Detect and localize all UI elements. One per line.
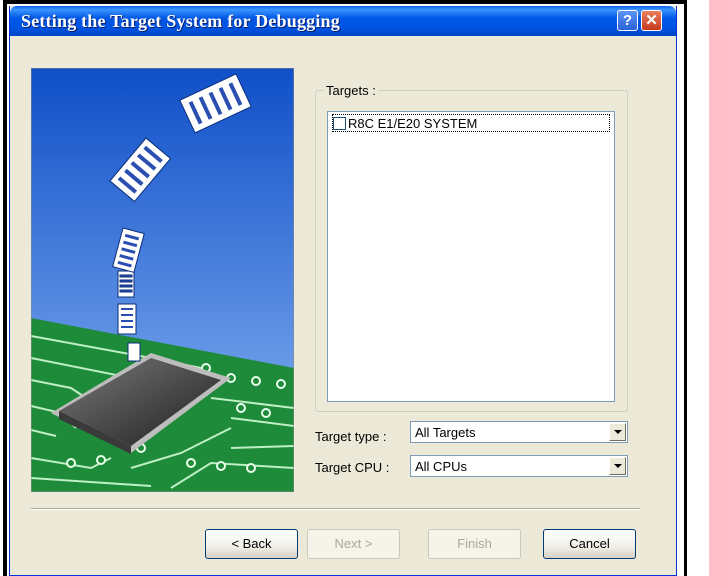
cancel-button[interactable]: Cancel (543, 529, 636, 559)
page-border-top (3, 0, 687, 4)
dialog-title: Setting the Target System for Debugging (21, 11, 340, 31)
target-checkbox[interactable] (333, 116, 346, 130)
finish-button[interactable]: Finish (428, 529, 521, 559)
chevron-down-icon[interactable] (609, 457, 626, 475)
help-button[interactable]: ? (617, 10, 638, 31)
target-cpu-label: Target CPU : (315, 460, 390, 475)
targets-group-label: Targets : (324, 83, 378, 98)
page-border-right (684, 0, 687, 576)
target-cpu-select[interactable]: All CPUs (410, 455, 628, 477)
target-cpu-value: All CPUs (415, 459, 468, 474)
separator (31, 508, 640, 510)
page-border-left (3, 0, 7, 576)
next-button[interactable]: Next > (307, 529, 400, 559)
close-button[interactable]: ✕ (641, 10, 662, 31)
target-type-label: Target type : (315, 429, 387, 444)
target-label: R8C E1/E20 SYSTEM (348, 115, 478, 131)
chip-download-illustration (31, 68, 294, 492)
close-icon: ✕ (645, 12, 658, 29)
title-bar[interactable]: Setting the Target System for Debugging … (10, 6, 676, 36)
back-button[interactable]: < Back (205, 529, 298, 559)
target-type-select[interactable]: All Targets (410, 421, 628, 443)
chevron-down-icon[interactable] (609, 423, 626, 441)
targets-list[interactable]: R8C E1/E20 SYSTEM (327, 111, 615, 402)
list-item[interactable]: R8C E1/E20 SYSTEM (332, 114, 610, 132)
target-type-value: All Targets (415, 425, 476, 440)
help-icon: ? (622, 12, 633, 29)
